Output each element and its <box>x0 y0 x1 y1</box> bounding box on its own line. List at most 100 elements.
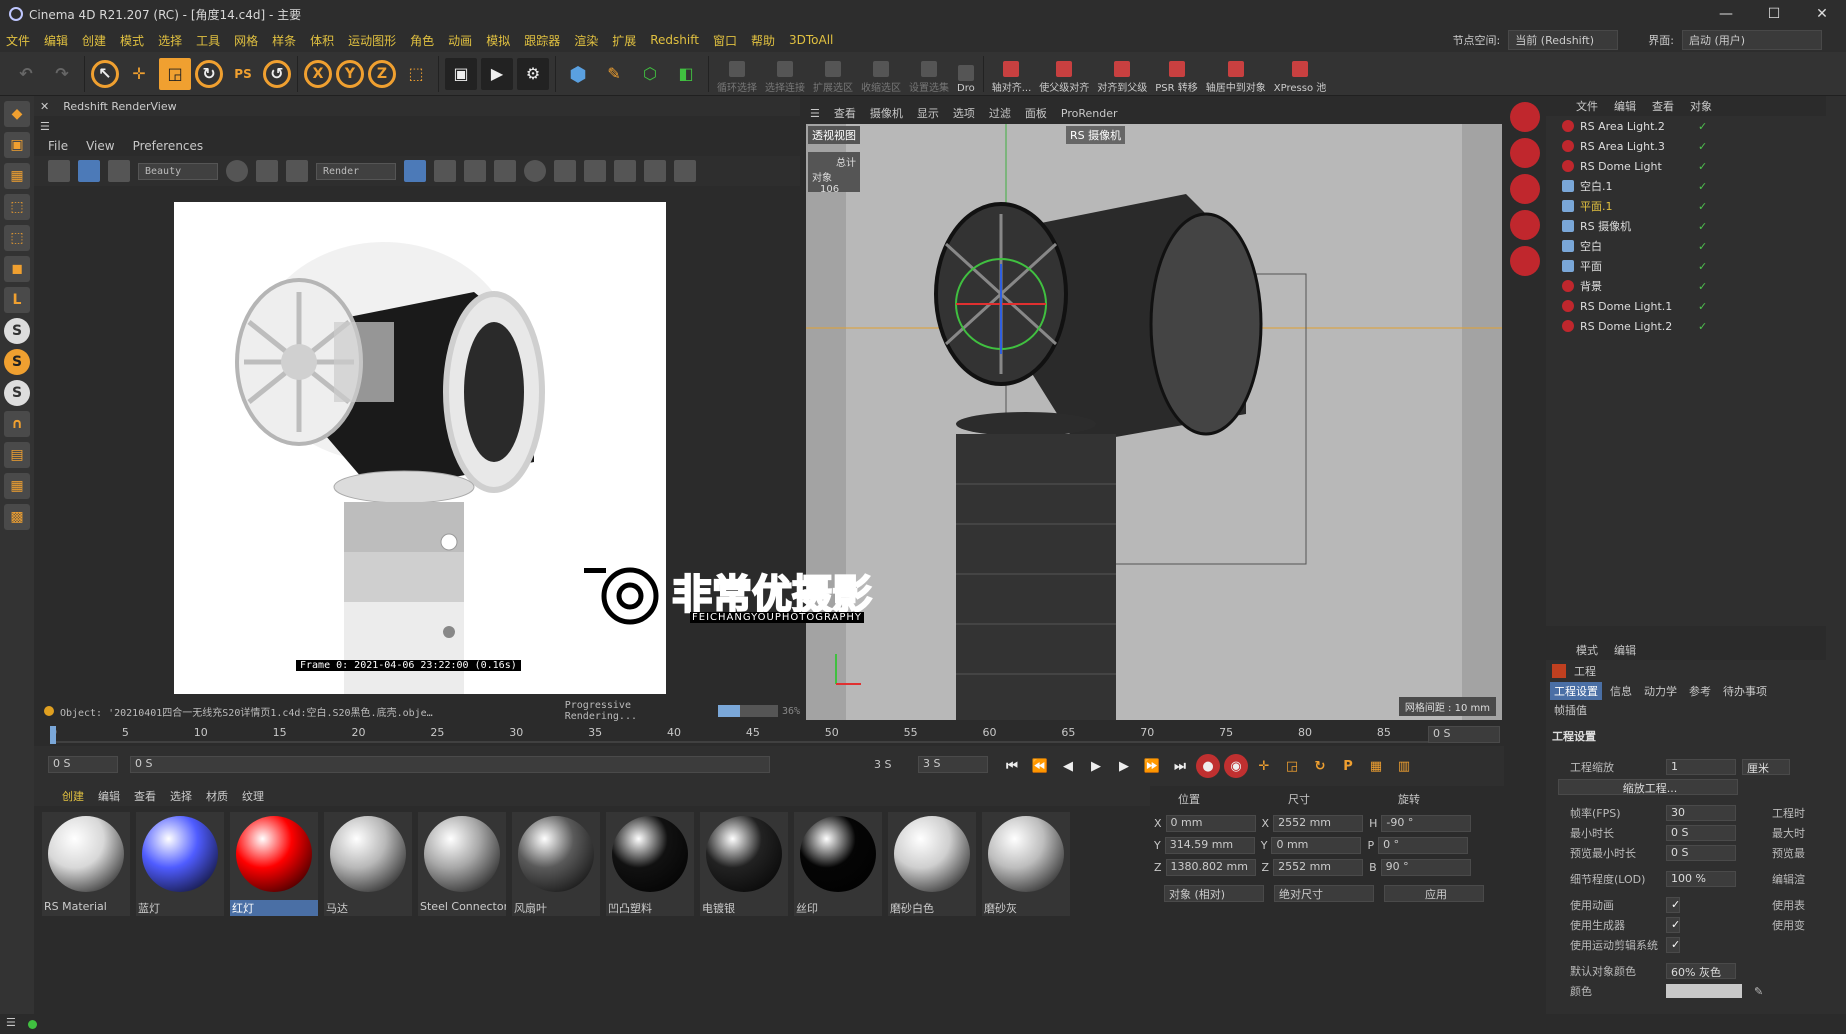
viewport-3d[interactable]: 透视视图 RS 摄像机 总计 对象 106 网格间距 : 10 mm <box>806 124 1502 720</box>
snap-icon[interactable]: S <box>4 318 30 344</box>
timeline-window-icon[interactable]: ▥ <box>1392 754 1416 778</box>
object-row[interactable]: RS Area Light.3 ✓ <box>1562 136 1826 156</box>
size-z-field[interactable]: 2552 mm <box>1273 858 1364 876</box>
visibility-check-icon[interactable]: ✓ <box>1698 300 1707 313</box>
compare-icon[interactable] <box>614 160 636 182</box>
menu-create[interactable]: 创建 <box>82 32 106 49</box>
key-position-icon[interactable]: ◲ <box>1280 754 1304 778</box>
object-row[interactable]: 平面.1 ✓ <box>1562 196 1826 216</box>
start-time-field[interactable]: 0 S <box>48 756 118 773</box>
material-swatch[interactable]: 电镀银 <box>700 812 788 916</box>
crop-icon[interactable] <box>286 160 308 182</box>
next-frame-icon[interactable]: ▶ <box>1112 754 1136 778</box>
rotate-tool-icon[interactable]: ↻ <box>195 59 223 88</box>
visibility-check-icon[interactable]: ✓ <box>1698 220 1707 233</box>
align-to-parent-button[interactable]: 对齐到父级 <box>1097 54 1147 94</box>
refresh-icon[interactable] <box>108 160 130 182</box>
tab-info[interactable]: 信息 <box>1606 682 1636 700</box>
rot-b-field[interactable]: 90 ° <box>1380 858 1471 876</box>
menu-extensions[interactable]: 扩展 <box>612 32 636 49</box>
rs-light-bulb-icon[interactable] <box>1510 210 1540 240</box>
rs-dome-light-icon[interactable] <box>1510 174 1540 204</box>
object-row[interactable]: RS Dome Light.1 ✓ <box>1562 296 1826 316</box>
axis-center-button[interactable]: 轴居中到对象 <box>1206 54 1266 94</box>
align-parent-button[interactable]: 使父级对齐 <box>1039 54 1089 94</box>
loop-select-button[interactable]: 循环选择 <box>717 54 757 94</box>
undo-icon[interactable]: ↶ <box>10 58 42 90</box>
rs-camera-icon[interactable] <box>1510 138 1540 168</box>
axis-align-button[interactable]: 轴对齐... <box>992 54 1031 94</box>
size-y-field[interactable]: 0 mm <box>1271 836 1362 854</box>
vp-menu-panel[interactable]: 面板 <box>1025 105 1047 121</box>
visibility-check-icon[interactable]: ✓ <box>1698 280 1707 293</box>
end-time-field[interactable]: 3 S <box>918 756 988 773</box>
vp-menu-filter[interactable]: 过滤 <box>989 105 1011 121</box>
edges-mode-icon[interactable]: ⬚ <box>4 225 30 251</box>
attr-menu-mode[interactable]: 模式 <box>1576 642 1598 658</box>
grid-toggle-icon[interactable] <box>256 160 278 182</box>
menu-volume[interactable]: 体积 <box>310 32 334 49</box>
key-pla-icon[interactable]: ▦ <box>1364 754 1388 778</box>
snowflake-icon[interactable] <box>464 160 486 182</box>
lock-icon[interactable] <box>404 160 426 182</box>
vp-menu-camera[interactable]: 摄像机 <box>870 105 903 121</box>
default-color-select[interactable]: 60% 灰色 <box>1666 963 1736 979</box>
menu-render[interactable]: 渲染 <box>574 32 598 49</box>
polygons-mode-icon[interactable]: ◼ <box>4 256 30 282</box>
preview-range-field[interactable]: 0 S <box>130 756 770 773</box>
aov-select[interactable]: Beauty <box>138 162 218 180</box>
menu-window[interactable]: 窗口 <box>713 32 737 49</box>
hamburger-menu-icon[interactable]: ☰ <box>40 120 50 133</box>
rs-sky-icon[interactable] <box>1510 246 1540 276</box>
mat-menu-select[interactable]: 选择 <box>170 788 192 804</box>
subdivision-icon[interactable]: ⬡ <box>634 58 666 90</box>
points-mode-icon[interactable]: ⬚ <box>4 194 30 220</box>
menu-file[interactable]: 文件 <box>6 32 30 49</box>
pen-tool-icon[interactable]: ✎ <box>598 58 630 90</box>
select-tool-icon[interactable]: ↖ <box>91 59 119 88</box>
menu-mode[interactable]: 模式 <box>120 32 144 49</box>
viewport-menu-icon[interactable]: ☰ <box>810 107 820 120</box>
region-icon[interactable] <box>554 160 576 182</box>
color-swatch[interactable] <box>1666 984 1742 998</box>
tab-dynamics[interactable]: 动力学 <box>1640 682 1681 700</box>
material-swatch[interactable]: 磨砂灰 <box>982 812 1070 916</box>
coordinate-system-icon[interactable]: ⬚ <box>400 58 432 90</box>
xpresso-pool-button[interactable]: XPresso 池 <box>1274 54 1326 94</box>
key-rotation-icon[interactable]: ↻ <box>1308 754 1332 778</box>
rv-menu-preferences[interactable]: Preferences <box>133 139 204 153</box>
use-motion-system-checkbox[interactable]: ✓ <box>1666 937 1680 953</box>
vp-menu-view[interactable]: 查看 <box>834 105 856 121</box>
material-swatch[interactable]: 磨砂白色 <box>888 812 976 916</box>
scale-project-button[interactable]: 缩放工程... <box>1558 779 1738 795</box>
visibility-check-icon[interactable]: ✓ <box>1698 240 1707 253</box>
material-swatch[interactable]: 风扇叶 <box>512 812 600 916</box>
go-to-start-icon[interactable]: ⏮ <box>1000 754 1024 778</box>
tiles-icon[interactable] <box>434 160 456 182</box>
image-icon[interactable] <box>644 160 666 182</box>
render-region-icon[interactable]: ▣ <box>445 57 477 90</box>
obj-menu-file[interactable]: 文件 <box>1576 98 1598 114</box>
lod-field[interactable]: 100 % <box>1666 871 1736 887</box>
menu-animate[interactable]: 动画 <box>448 32 472 49</box>
coord-mode-select[interactable]: 对象 (相对) <box>1164 884 1264 902</box>
mat-menu-texture[interactable]: 纹理 <box>242 788 264 804</box>
playhead[interactable] <box>50 726 56 744</box>
quantize-icon[interactable]: S <box>4 380 30 406</box>
menu-redshift[interactable]: Redshift <box>650 33 699 47</box>
menu-mograph[interactable]: 运动图形 <box>348 32 396 49</box>
obj-menu-view[interactable]: 查看 <box>1652 98 1674 114</box>
object-row[interactable]: RS Dome Light ✓ <box>1562 156 1826 176</box>
material-swatch[interactable]: 马达 <box>324 812 412 916</box>
deformer-icon[interactable]: ◧ <box>670 58 702 90</box>
cube-primitive-icon[interactable]: ⬢ <box>562 58 594 90</box>
visibility-check-icon[interactable]: ✓ <box>1698 200 1707 213</box>
key-param-icon[interactable]: P <box>1336 754 1360 778</box>
menu-spline[interactable]: 样条 <box>272 32 296 49</box>
rot-h-field[interactable]: -90 ° <box>1381 814 1472 832</box>
size-x-field[interactable]: 2552 mm <box>1273 814 1364 832</box>
object-row[interactable]: RS 摄像机 ✓ <box>1562 216 1826 236</box>
psr-transfer-button[interactable]: PSR 转移 <box>1155 54 1198 94</box>
grow-selection-button[interactable]: 扩展选区 <box>813 54 853 94</box>
mat-menu-view[interactable]: 查看 <box>134 788 156 804</box>
